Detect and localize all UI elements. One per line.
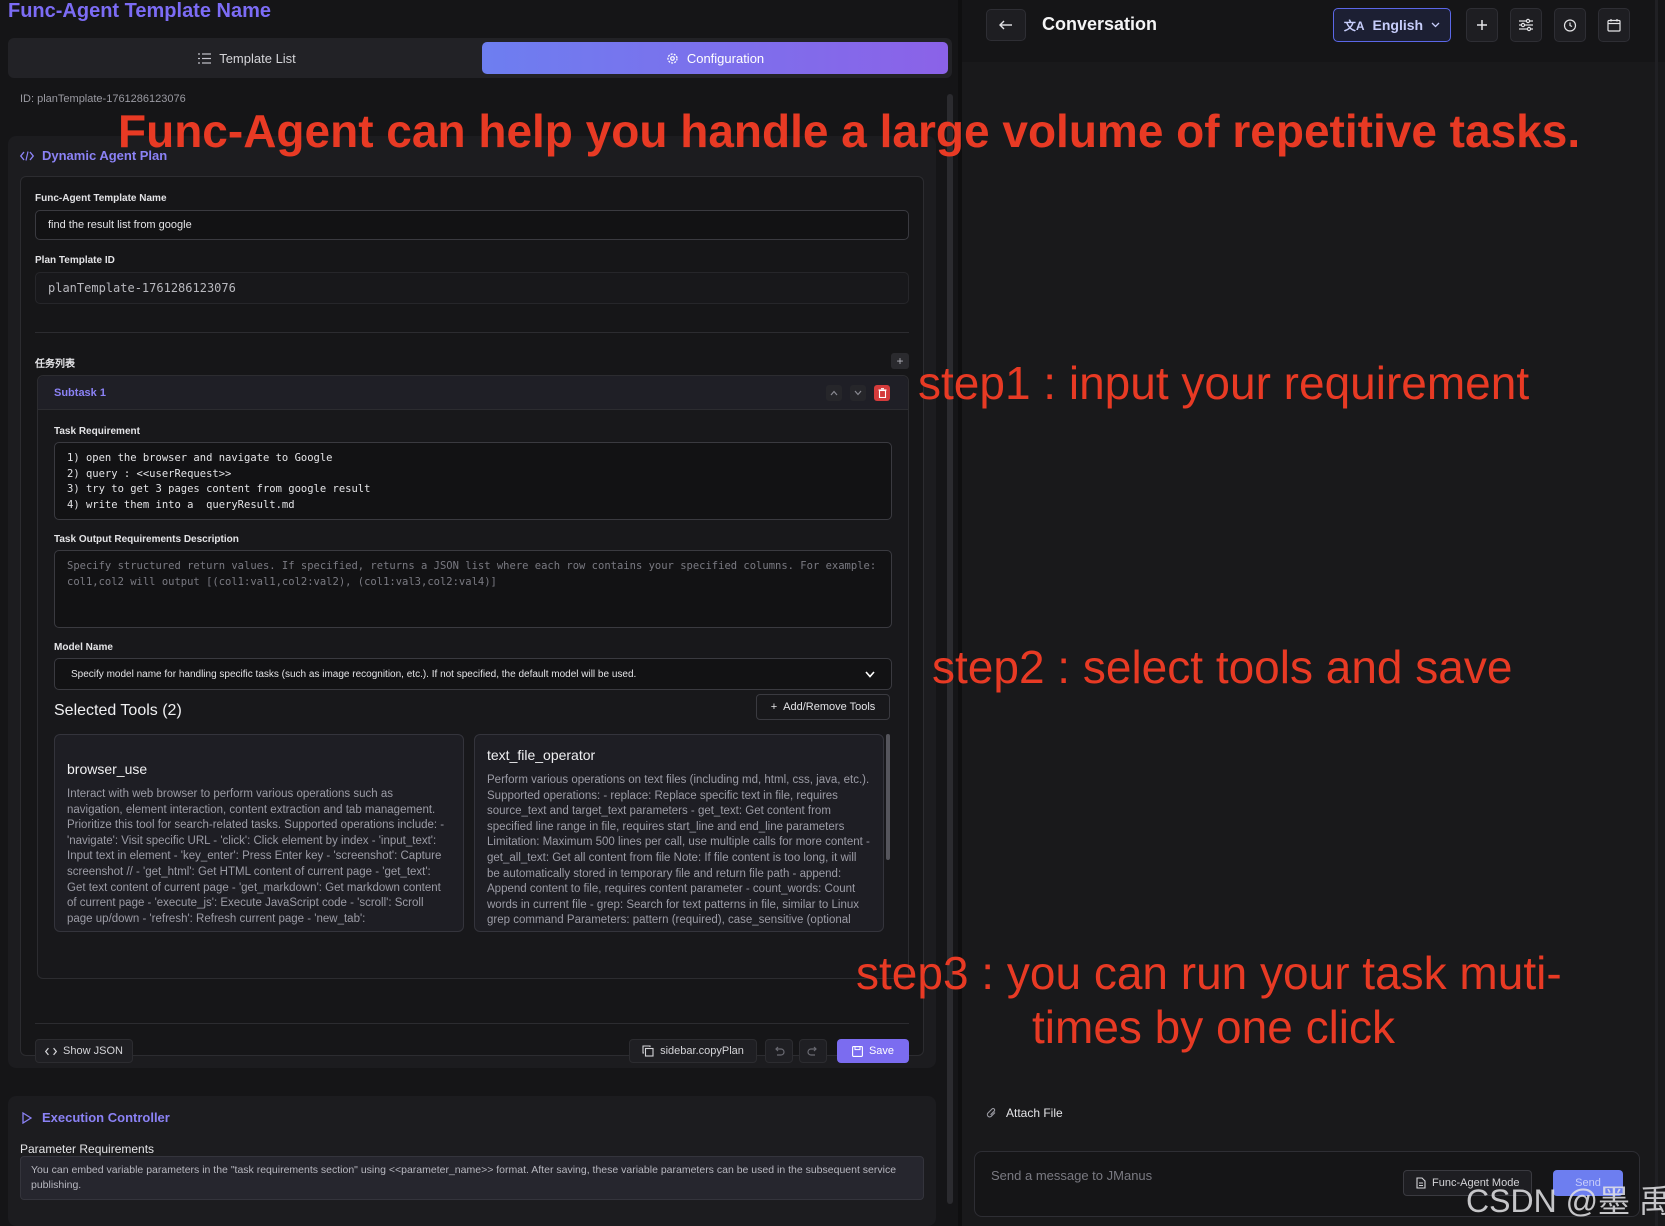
add-remove-tools-button[interactable]: + Add/Remove Tools — [756, 694, 890, 720]
task-requirement-textarea[interactable]: 1) open the browser and navigate to Goog… — [54, 442, 892, 520]
page-title: Func-Agent Template Name — [8, 0, 271, 22]
model-select-value: Specify model name for handling specific… — [71, 668, 637, 680]
parameter-requirements-info: You can embed variable parameters in the… — [20, 1156, 924, 1200]
tab-bar: Template List Configuration — [8, 38, 952, 78]
divider — [35, 1023, 909, 1024]
task-requirement-label: Task Requirement — [54, 426, 140, 437]
message-input[interactable]: Send a message to JManus — [991, 1168, 1152, 1183]
add-subtask-button[interactable]: + — [891, 353, 909, 369]
copy-plan-label: sidebar.copyPlan — [660, 1045, 744, 1057]
divider — [35, 332, 909, 333]
selected-tools-heading: Selected Tools (2) — [54, 702, 182, 719]
undo-icon — [775, 1046, 785, 1056]
subtask-title: Subtask 1 — [54, 387, 106, 399]
copy-icon — [642, 1045, 654, 1057]
output-requirements-label: Task Output Requirements Description — [54, 534, 239, 545]
show-json-button[interactable]: Show JSON — [35, 1039, 133, 1063]
tool-description: Interact with web browser to perform var… — [67, 788, 445, 925]
annotation-step1: step1 : input your requirement — [918, 357, 1530, 409]
parameter-requirements-label: Parameter Requirements — [20, 1142, 155, 1156]
chevron-down-icon — [865, 670, 875, 678]
move-down-button[interactable] — [850, 385, 866, 401]
save-button[interactable]: Save — [837, 1039, 909, 1063]
dynamic-agent-plan-card: Dynamic Agent Plan Func-Agent Template N… — [8, 136, 936, 1068]
code-icon — [45, 1047, 58, 1055]
subtask-header: Subtask 1 — [38, 376, 908, 410]
delete-subtask-button[interactable] — [874, 385, 890, 401]
output-requirements-textarea[interactable]: Specify structured return values. If spe… — [54, 550, 892, 628]
code-icon — [20, 150, 34, 161]
annotation-step3-line1: step3 : you can run your task muti- — [856, 947, 1562, 999]
sliders-icon — [1519, 18, 1533, 32]
play-icon — [22, 1111, 32, 1124]
settings-button[interactable] — [1510, 8, 1542, 42]
calendar-button[interactable] — [1598, 8, 1630, 42]
tab-configuration[interactable]: Configuration — [482, 42, 948, 74]
redo-button[interactable] — [799, 1039, 827, 1063]
redo-icon — [807, 1046, 817, 1056]
model-name-label: Model Name — [54, 642, 113, 653]
conversation-header: Conversation 文A English — [962, 0, 1665, 62]
new-chat-button[interactable] — [1466, 8, 1498, 42]
move-up-button[interactable] — [826, 385, 842, 401]
tool-name: text_file_operator — [487, 747, 596, 763]
attach-file-label: Attach File — [1006, 1106, 1063, 1120]
save-icon — [852, 1045, 863, 1057]
undo-button[interactable] — [765, 1039, 793, 1063]
execution-heading: Execution Controller — [22, 1110, 170, 1125]
tool-card-browser-use[interactable]: browser_use Interact with web browser to… — [54, 734, 464, 932]
model-name-select[interactable]: Specify model name for handling specific… — [54, 658, 892, 690]
plus-icon: + — [770, 701, 778, 713]
language-select[interactable]: 文A English — [1333, 8, 1451, 42]
copy-plan-button[interactable]: sidebar.copyPlan — [629, 1039, 757, 1063]
list-icon — [198, 52, 212, 64]
annotation-headline: Func-Agent can help you handle a large v… — [118, 105, 1581, 157]
chevron-down-icon — [1431, 22, 1440, 28]
annotation-step3-line2: times by one click — [1032, 1001, 1396, 1053]
arrow-left-icon — [999, 20, 1012, 30]
template-name-input[interactable]: find the result list from google — [35, 210, 909, 240]
chevron-up-icon — [830, 390, 838, 396]
add-remove-tools-label: Add/Remove Tools — [783, 701, 876, 713]
tab-template-list[interactable]: Template List — [12, 42, 482, 74]
watermark: CSDN @墨 禹 — [1466, 1183, 1665, 1219]
back-button[interactable] — [986, 9, 1026, 41]
conversation-title: Conversation — [1042, 14, 1158, 34]
show-json-label: Show JSON — [63, 1045, 123, 1057]
subtask-card: Subtask 1 Task Requirement 1) open the b… — [37, 375, 909, 979]
chevron-down-icon — [854, 390, 862, 396]
plus-icon — [1477, 20, 1487, 30]
translate-icon: 文A — [1343, 18, 1365, 33]
execution-heading-label: Execution Controller — [42, 1110, 170, 1125]
execution-controller-card: Execution Controller Parameter Requireme… — [8, 1096, 936, 1226]
plan-id-label: Plan Template ID — [35, 255, 115, 266]
task-list-label: 任务列表 — [35, 359, 75, 370]
schedule-button[interactable] — [1554, 8, 1586, 42]
language-label: English — [1372, 17, 1424, 33]
plan-id-field: planTemplate-1761286123076 — [35, 272, 909, 304]
clock-icon — [1563, 19, 1577, 32]
left-panel: Func-Agent Template Name Template List C… — [0, 0, 962, 1226]
trash-icon — [878, 388, 886, 398]
plan-form: Func-Agent Template Name find the result… — [20, 176, 924, 1063]
document-icon — [1416, 1177, 1426, 1189]
annotation-step2: step2 : select tools and save — [932, 641, 1513, 693]
conversation-scrollbar[interactable] — [1655, 0, 1658, 1226]
paperclip-icon — [986, 1108, 996, 1118]
tab-label: Configuration — [686, 50, 765, 66]
template-name-label: Func-Agent Template Name — [35, 193, 167, 204]
attach-file-button[interactable]: Attach File — [986, 1106, 1063, 1120]
save-label: Save — [868, 1045, 895, 1057]
tools-scrollbar[interactable] — [886, 734, 890, 860]
calendar-icon — [1607, 19, 1621, 32]
tool-name: browser_use — [67, 761, 148, 777]
gear-icon — [666, 52, 679, 65]
tool-card-text-file-operator[interactable]: text_file_operator Perform various opera… — [474, 734, 884, 932]
tool-description: Perform various operations on text files… — [487, 774, 870, 927]
tab-label: Template List — [219, 50, 296, 66]
